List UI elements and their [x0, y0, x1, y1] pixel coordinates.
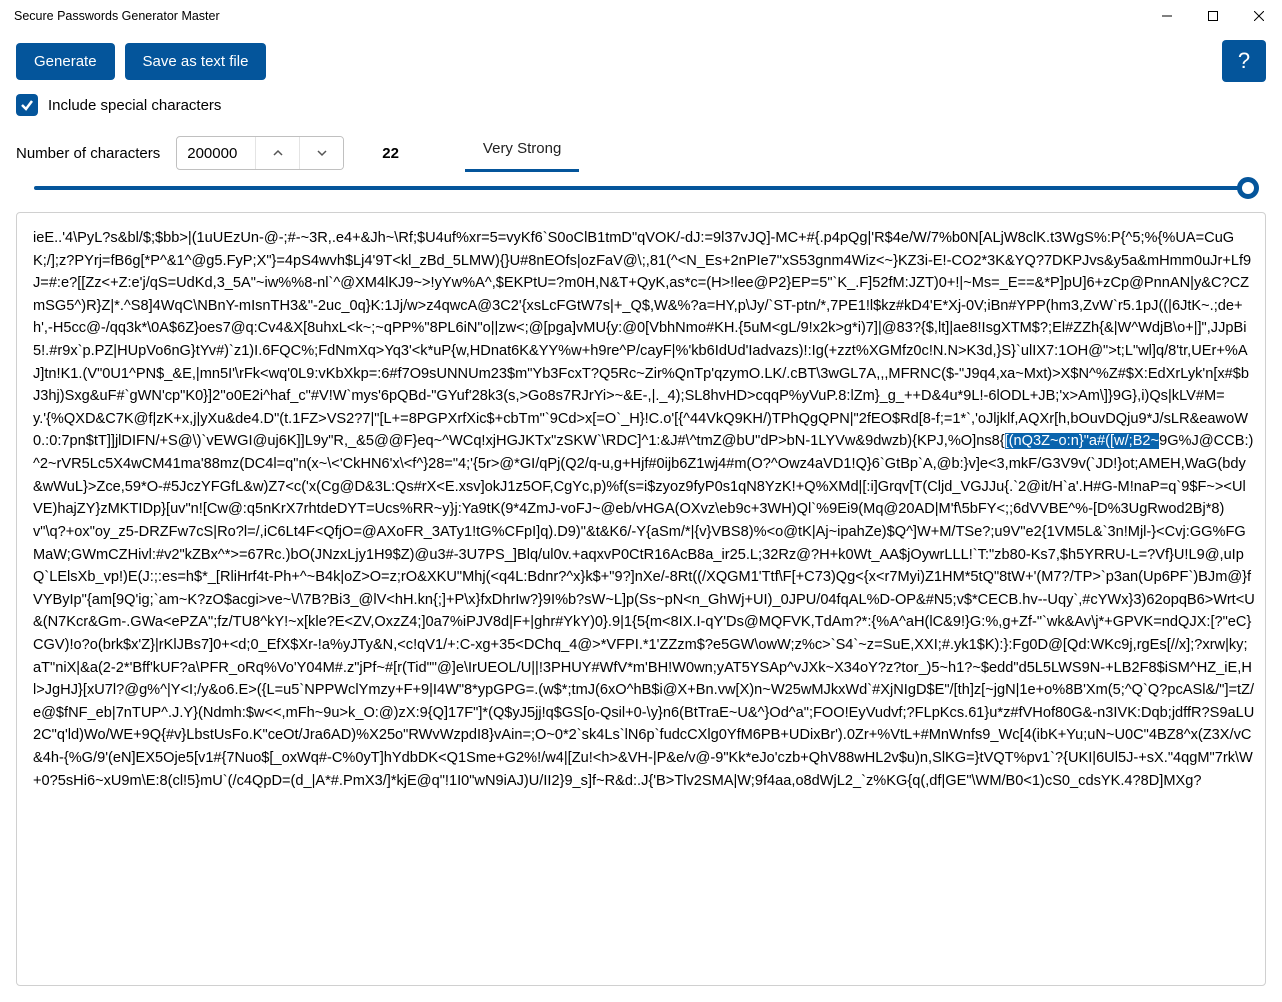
selected-text: [(nQ3Z~o:n}"a#([w/;B2~: [1005, 433, 1159, 449]
window-controls: [1144, 0, 1282, 32]
maximize-button[interactable]: [1190, 0, 1236, 32]
length-slider[interactable]: [34, 186, 1248, 190]
strength-indicator: Very Strong: [465, 134, 579, 172]
include-special-label: Include special characters: [48, 97, 221, 114]
num-chars-input[interactable]: [177, 139, 255, 168]
num-chars-label: Number of characters: [16, 145, 160, 162]
chevron-up-icon: [273, 148, 283, 158]
score-value: 22: [382, 145, 399, 162]
minimize-icon: [1162, 11, 1172, 21]
params-row: Number of characters 22 Very Strong: [0, 124, 1282, 176]
num-chars-down[interactable]: [299, 137, 343, 169]
close-icon: [1254, 11, 1264, 21]
toolbar: Generate Save as text file ?: [0, 32, 1282, 86]
generate-button[interactable]: Generate: [16, 43, 115, 80]
num-chars-up[interactable]: [255, 137, 299, 169]
num-chars-spinner: [176, 136, 344, 170]
include-special-row: Include special characters: [0, 86, 1282, 124]
generated-password[interactable]: ieE..'4\PyL?s&bl/$;$bb>|(1uUEzUn-@-;#-~3…: [33, 227, 1255, 792]
window-title: Secure Passwords Generator Master: [14, 9, 220, 23]
length-slider-wrap: [0, 176, 1282, 204]
chevron-down-icon: [317, 148, 327, 158]
close-button[interactable]: [1236, 0, 1282, 32]
minimize-button[interactable]: [1144, 0, 1190, 32]
include-special-checkbox[interactable]: [16, 94, 38, 116]
slider-thumb[interactable]: [1237, 177, 1259, 199]
maximize-icon: [1208, 11, 1218, 21]
help-button[interactable]: ?: [1222, 40, 1266, 82]
save-as-text-button[interactable]: Save as text file: [125, 43, 267, 80]
check-icon: [20, 98, 34, 112]
titlebar: Secure Passwords Generator Master: [0, 0, 1282, 32]
output-area: ieE..'4\PyL?s&bl/$;$bb>|(1uUEzUn-@-;#-~3…: [16, 212, 1266, 986]
